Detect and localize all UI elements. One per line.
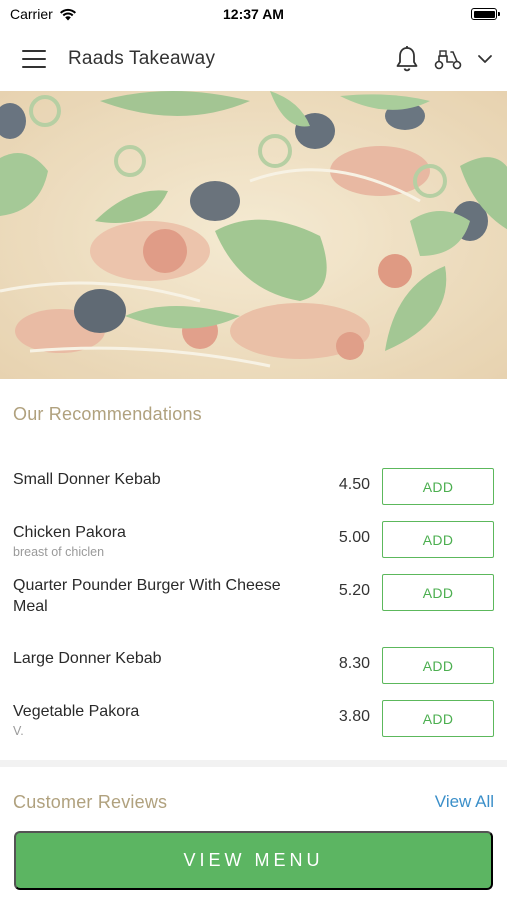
bell-icon[interactable] [395, 45, 419, 73]
view-all-link[interactable]: View All [435, 792, 494, 812]
view-menu-button[interactable]: VIEW MENU [14, 831, 493, 890]
item-price: 8.30 [338, 655, 370, 672]
status-bar: Carrier 12:37 AM [0, 0, 507, 28]
list-item: Small Donner Kebab 4.50 ADD [13, 458, 494, 511]
recommendations-title: Our Recommendations [13, 404, 202, 424]
add-button[interactable]: ADD [382, 521, 494, 558]
hero-image [0, 91, 507, 379]
section-divider [0, 760, 507, 767]
add-button[interactable]: ADD [382, 647, 494, 684]
scooter-icon[interactable] [433, 47, 463, 71]
pizza-illustration [0, 91, 507, 379]
item-price: 5.20 [338, 582, 370, 599]
wifi-icon [59, 8, 76, 20]
item-name: Quarter Pounder Burger With Cheese Meal [13, 577, 281, 615]
carrier-label: Carrier [10, 6, 53, 22]
page-title: Raads Takeaway [68, 48, 216, 69]
menu-icon[interactable] [22, 50, 46, 68]
item-name: Small Donner Kebab [13, 471, 161, 488]
add-button[interactable]: ADD [382, 468, 494, 505]
item-name: Chicken Pakora [13, 524, 126, 541]
item-name: Vegetable Pakora [13, 703, 140, 720]
reviews-title: Customer Reviews [13, 792, 168, 812]
add-button[interactable]: ADD [382, 574, 494, 611]
item-price: 4.50 [338, 476, 370, 493]
nav-actions [395, 45, 493, 73]
chevron-down-icon[interactable] [477, 53, 493, 65]
list-item: Quarter Pounder Burger With Cheese Meal … [13, 564, 494, 637]
item-price: 3.80 [338, 708, 370, 725]
item-name: Large Donner Kebab [13, 650, 162, 667]
battery-icon [471, 8, 500, 20]
top-nav-bar: Raads Takeaway [0, 28, 507, 90]
add-button[interactable]: ADD [382, 700, 494, 737]
list-item: Chicken Pakora breast of chiclen 5.00 AD… [13, 511, 494, 564]
carrier-info: Carrier [10, 6, 77, 22]
recommendations-list: Small Donner Kebab 4.50 ADD Chicken Pako… [13, 458, 494, 743]
list-item: Large Donner Kebab 8.30 ADD [13, 637, 494, 690]
item-price: 5.00 [338, 529, 370, 546]
list-item: Vegetable Pakora V. 3.80 ADD [13, 690, 494, 743]
